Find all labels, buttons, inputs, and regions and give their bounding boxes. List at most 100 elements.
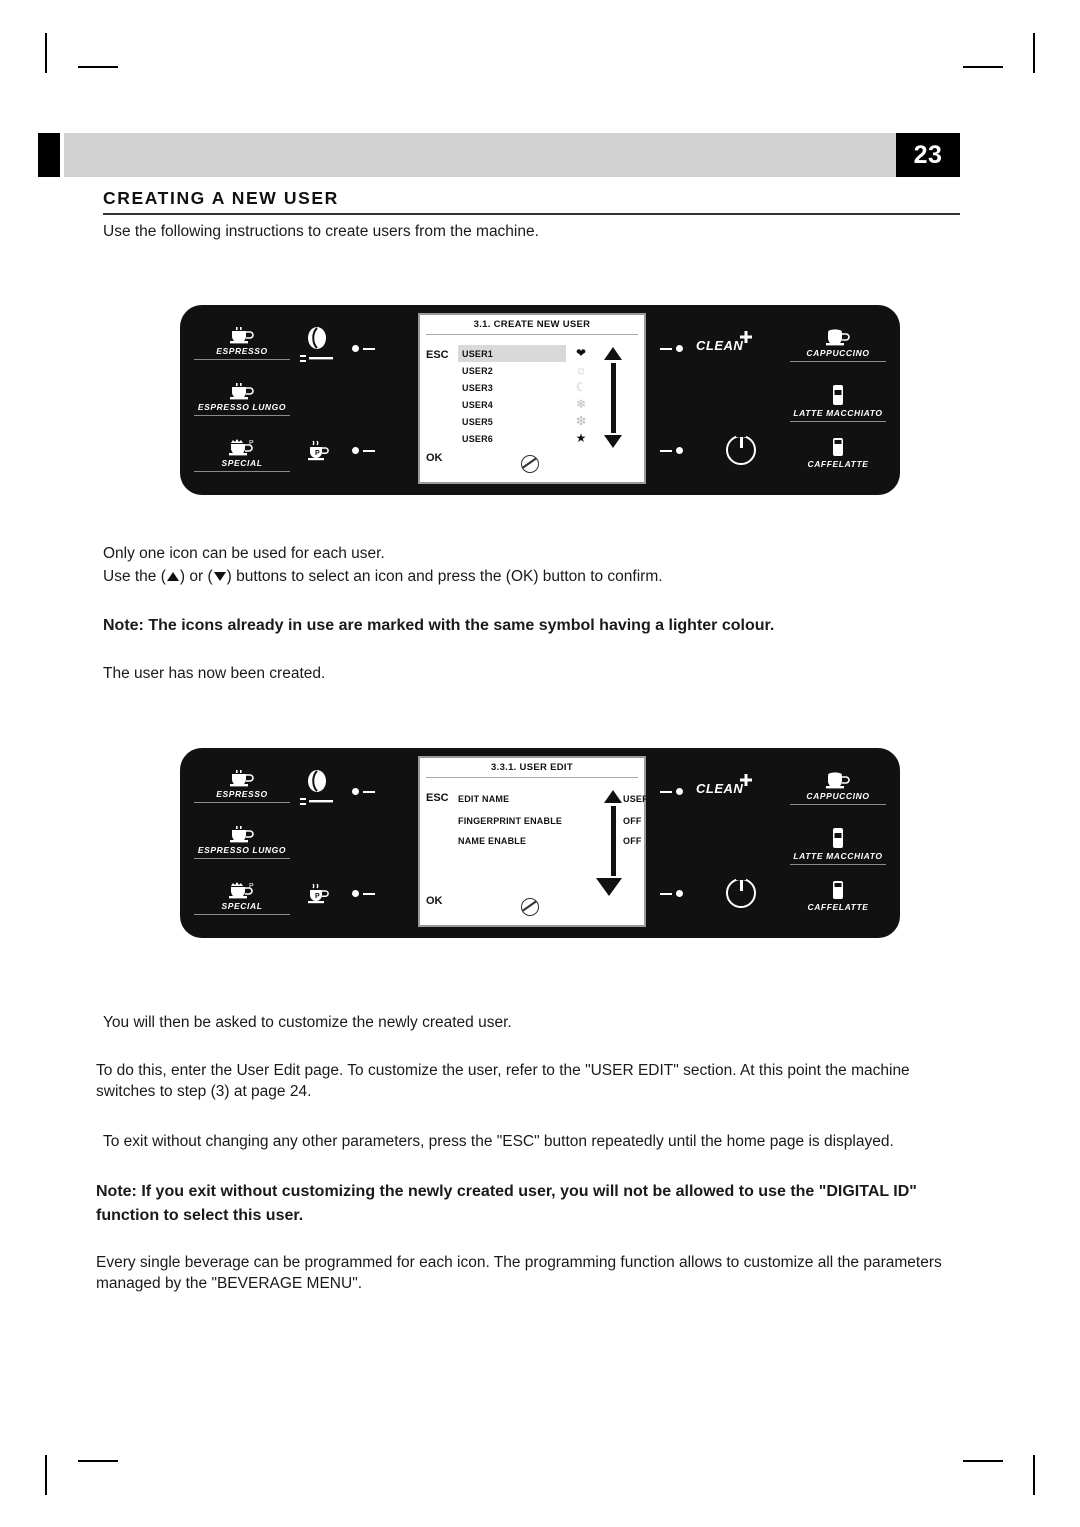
power-button[interactable] bbox=[726, 430, 756, 465]
header-gray-band bbox=[64, 133, 922, 177]
ok-label[interactable]: OK bbox=[426, 895, 443, 907]
page-title: CREATING A NEW USER bbox=[103, 188, 339, 208]
button-espresso-lungo-2[interactable]: ESPRESSO LUNGO bbox=[194, 826, 290, 859]
display-title: 3.1. CREATE NEW USER bbox=[473, 319, 591, 330]
power-icon bbox=[726, 873, 756, 908]
star-icon[interactable]: ★ bbox=[568, 430, 594, 447]
name-enable-value: OFF bbox=[623, 836, 642, 846]
button-caffelatte[interactable]: CAFFELATTE bbox=[790, 436, 886, 469]
machine-panel-create-user: ESPRESSO ESPRESSO LUNGO P SPECIAL P 3.1.… bbox=[180, 305, 900, 495]
hot-water-cup-icon: P bbox=[304, 881, 334, 907]
button-latte-macchiato-label: LATTE MACCHIATO bbox=[793, 408, 883, 418]
button-special-label: SPECIAL bbox=[221, 458, 263, 468]
snowflake-icon[interactable]: ❄ bbox=[568, 396, 594, 413]
indicator-dot bbox=[676, 447, 683, 454]
button-espresso[interactable]: ESPRESSO bbox=[194, 327, 290, 360]
button-cappuccino[interactable]: CAPPUCCINO bbox=[790, 327, 886, 362]
ok-label[interactable]: OK bbox=[426, 452, 443, 464]
use-buttons-pre: Use the ( bbox=[103, 568, 166, 585]
list-item[interactable]: FINGERPRINT ENABLE OFF bbox=[458, 816, 663, 826]
crop-mark-tl-h bbox=[78, 66, 118, 68]
list-item[interactable]: USER1 bbox=[458, 345, 566, 362]
power-button-2[interactable] bbox=[726, 873, 756, 908]
latte-macchiato-glass-icon bbox=[790, 383, 886, 407]
button-cappuccino-2[interactable]: CAPPUCCINO bbox=[790, 770, 886, 805]
button-latte-macchiato-label: LATTE MACCHIATO bbox=[793, 851, 883, 861]
divider bbox=[194, 471, 290, 472]
flower-icon[interactable]: ❇ bbox=[568, 413, 594, 430]
moon-icon[interactable]: ☾ bbox=[568, 379, 594, 396]
display-title: 3.3.1. USER EDIT bbox=[491, 762, 573, 773]
button-espresso-lungo-label: ESPRESSO LUNGO bbox=[197, 845, 287, 855]
list-item[interactable]: USER5 bbox=[458, 413, 566, 430]
list-item[interactable]: USER2 bbox=[458, 362, 566, 379]
sun-icon[interactable]: ☼ bbox=[568, 362, 594, 379]
list-item[interactable]: NAME ENABLE OFF bbox=[458, 836, 663, 846]
user-name: USER1 bbox=[462, 348, 494, 359]
indicator-dash bbox=[363, 790, 375, 793]
scroll-down-arrow-icon[interactable] bbox=[604, 435, 622, 448]
clean-label: CLEAN bbox=[696, 338, 744, 353]
scrollbar[interactable] bbox=[611, 363, 616, 433]
svg-text:P: P bbox=[315, 450, 320, 457]
heart-icon[interactable]: ❤ bbox=[568, 345, 594, 362]
button-latte-macchiato[interactable]: LATTE MACCHIATO bbox=[790, 383, 886, 422]
machine-display-create-user: 3.1. CREATE NEW USER ESC OK USER1 USER2 … bbox=[418, 313, 646, 484]
button-espresso-lungo[interactable]: ESPRESSO LUNGO bbox=[194, 383, 290, 416]
button-special[interactable]: P SPECIAL bbox=[194, 439, 290, 472]
divider bbox=[194, 802, 290, 803]
indicator-dash bbox=[660, 790, 672, 793]
button-espresso-lungo-label: ESPRESSO LUNGO bbox=[197, 402, 287, 412]
button-special-2[interactable]: P SPECIAL bbox=[194, 882, 290, 915]
scroll-up-arrow-icon[interactable] bbox=[604, 347, 622, 360]
svg-text:P: P bbox=[249, 883, 254, 890]
scroll-up-arrow-icon[interactable] bbox=[604, 790, 622, 803]
list-item[interactable]: EDIT NAME USER1 bbox=[458, 794, 663, 804]
esc-label[interactable]: ESC bbox=[426, 349, 449, 361]
divider bbox=[790, 864, 886, 865]
page-number: 23 bbox=[896, 133, 960, 177]
use-buttons-mid: ) or ( bbox=[179, 568, 213, 585]
divider bbox=[194, 415, 290, 416]
user-icon-column[interactable]: ❤ ☼ ☾ ❄ ❇ ★ bbox=[568, 345, 594, 447]
button-espresso-2[interactable]: ESPRESSO bbox=[194, 770, 290, 803]
hot-water-cup-icon: P bbox=[304, 438, 334, 464]
page-header-bar: 23 bbox=[38, 133, 960, 177]
list-item[interactable]: USER4 bbox=[458, 396, 566, 413]
use-buttons-post: ) buttons to select an icon and press th… bbox=[226, 568, 663, 585]
indicator-dash bbox=[363, 347, 375, 350]
list-item[interactable]: USER6 bbox=[458, 430, 566, 447]
machine-display-user-edit: 3.3.1. USER EDIT ESC OK EDIT NAME USER1 … bbox=[418, 756, 654, 927]
title-divider bbox=[103, 213, 960, 215]
crop-mark-br-h bbox=[963, 1460, 1003, 1462]
button-latte-macchiato-2[interactable]: LATTE MACCHIATO bbox=[790, 826, 886, 865]
list-item[interactable]: USER3 bbox=[458, 379, 566, 396]
scrollbar[interactable] bbox=[611, 806, 616, 876]
coffee-bean-icon bbox=[304, 327, 330, 351]
up-arrow-icon bbox=[166, 572, 179, 582]
clean-button[interactable]: CLEAN bbox=[696, 331, 753, 355]
button-caffelatte-label: CAFFELATTE bbox=[807, 902, 869, 912]
button-caffelatte-2[interactable]: CAFFELATTE bbox=[790, 879, 886, 912]
note-icons-in-use: Note: The icons already in use are marke… bbox=[103, 617, 775, 634]
indicator-dash bbox=[363, 449, 375, 452]
user-name: USER3 bbox=[462, 382, 494, 393]
coffee-bean-icon bbox=[304, 770, 330, 794]
scroll-down-arrow-icon[interactable] bbox=[596, 878, 622, 896]
indicator-dot-dash-6 bbox=[352, 890, 375, 897]
esc-label[interactable]: ESC bbox=[426, 792, 449, 804]
crop-mark-tr-v bbox=[1033, 33, 1035, 73]
button-caffelatte-label: CAFFELATTE bbox=[807, 459, 869, 469]
espresso-cup-icon bbox=[194, 770, 290, 788]
crop-mark-tl-v bbox=[45, 33, 47, 73]
user-name: USER6 bbox=[462, 433, 494, 444]
fingerprint-enable-label: FINGERPRINT ENABLE bbox=[458, 816, 563, 826]
indicator-dot bbox=[352, 447, 359, 454]
coffee-bean-indicator-icon bbox=[521, 898, 539, 916]
machine-panel-user-edit: ESPRESSO ESPRESSO LUNGO P SPECIAL P 3.3.… bbox=[180, 748, 900, 938]
crop-mark-bl-v bbox=[45, 1455, 47, 1495]
header-black-block bbox=[38, 133, 60, 177]
user-list[interactable]: USER1 USER2 USER3 USER4 USER5 USER6 bbox=[458, 345, 566, 447]
indicator-dash bbox=[660, 449, 672, 452]
clean-button-2[interactable]: CLEAN bbox=[696, 774, 753, 798]
